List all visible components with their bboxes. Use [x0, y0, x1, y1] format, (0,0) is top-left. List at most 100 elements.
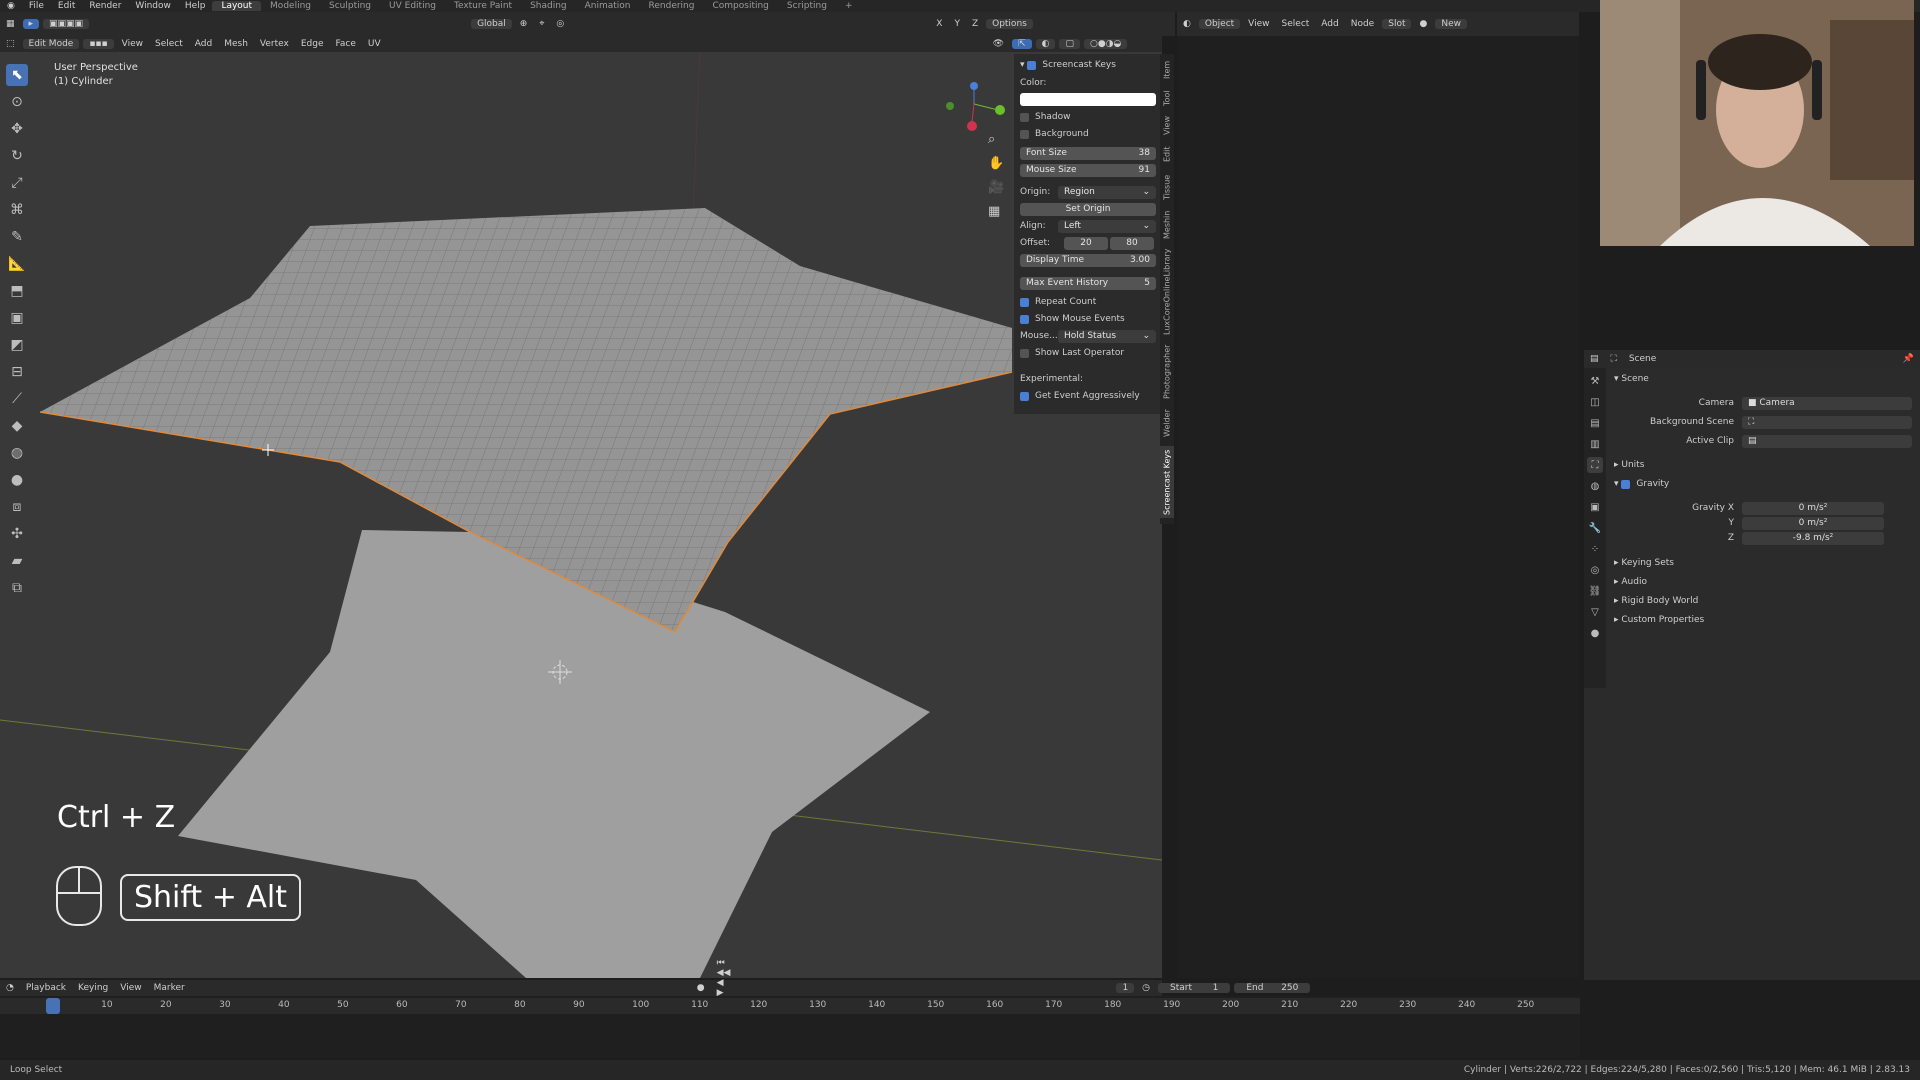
background-scene-field[interactable]: ⛶ [1742, 415, 1912, 429]
editor-type-properties-icon[interactable]: ▤ [1584, 354, 1605, 364]
section-units[interactable]: Units [1621, 460, 1644, 470]
menu-window[interactable]: Window [128, 1, 178, 11]
section-keying-sets[interactable]: Keying Sets [1621, 558, 1674, 568]
options-dropdown[interactable]: Options [986, 19, 1033, 29]
display-time-field[interactable]: Display Time 3.00 [1020, 253, 1156, 267]
menu-face[interactable]: Face [330, 39, 362, 49]
show-mouse-events-checkbox[interactable] [1020, 314, 1029, 324]
workspace-tab-rendering[interactable]: Rendering [640, 1, 704, 11]
gizmo-icon[interactable]: ⇱ [1012, 39, 1032, 49]
workspace-tab-scripting[interactable]: Scripting [778, 1, 836, 11]
physics-tab-icon[interactable]: ◎ [1587, 562, 1603, 578]
origin-dropdown[interactable]: Region ⌄ [1058, 185, 1156, 199]
pin-icon[interactable]: 📌 [1897, 354, 1920, 364]
workspace-tab-uv-editing[interactable]: UV Editing [380, 1, 445, 11]
active-clip-field[interactable]: ▤ [1742, 434, 1912, 448]
tab-screencast-keys[interactable]: Screencast Keys [1160, 446, 1174, 518]
timeline-ruler[interactable]: 1102030405060708090100110120130140150160… [0, 998, 1580, 1014]
playback-menu[interactable]: Playback [20, 983, 72, 993]
object-tab-icon[interactable]: ▣ [1587, 499, 1603, 515]
max-event-field[interactable]: Max Event History 5 [1020, 276, 1156, 290]
playhead[interactable] [46, 998, 60, 1014]
align-dropdown[interactable]: Left ⌄ [1058, 219, 1156, 233]
knife-tool-icon[interactable]: ⟋ [6, 388, 28, 410]
collapse-arrow-icon[interactable]: ▾ [1020, 60, 1027, 70]
set-origin-button[interactable]: Set Origin [1020, 202, 1156, 216]
constraints-tab-icon[interactable]: ⛓ [1587, 583, 1603, 599]
editor-type-timeline-icon[interactable]: ◔ [0, 983, 20, 993]
section-gravity[interactable]: Gravity [1636, 479, 1669, 489]
mirror-axis-y[interactable]: Y [948, 19, 966, 29]
offset-x-field[interactable]: 20 [1064, 236, 1108, 250]
tab-luxcore-online-library[interactable]: LuxCoreOnlineLibrary [1160, 246, 1174, 338]
background-checkbox[interactable] [1020, 129, 1029, 139]
keying-menu[interactable]: Keying [72, 983, 114, 993]
world-tab-icon[interactable]: ◍ [1587, 478, 1603, 494]
edge-slide-tool-icon[interactable]: ⧈ [6, 496, 28, 518]
mouse-size-field[interactable]: Mouse Size 91 [1020, 163, 1156, 177]
shading-modes-icon[interactable]: ○●◑◒ [1083, 39, 1128, 49]
timeline-view-menu[interactable]: View [114, 983, 147, 993]
menu-view[interactable]: View [116, 39, 149, 49]
menu-file[interactable]: File [22, 1, 51, 11]
editor-type-3d-icon[interactable]: ⬚ [0, 39, 21, 49]
move-tool-icon[interactable]: ✥ [6, 118, 28, 140]
screencast-enable-checkbox[interactable] [1027, 60, 1037, 70]
workspace-tab-animation[interactable]: Animation [576, 1, 640, 11]
tab-edit[interactable]: Edit [1160, 142, 1174, 166]
show-last-operator-checkbox[interactable] [1020, 348, 1029, 358]
get-event-aggressively-checkbox[interactable] [1020, 391, 1029, 401]
xray-icon[interactable]: ▢ [1059, 39, 1080, 49]
cursor-tool-icon[interactable]: ⊙ [6, 91, 28, 113]
tab-meshin[interactable]: Meshin [1160, 208, 1174, 242]
tab-photographer[interactable]: Photographer [1160, 342, 1174, 402]
menu-uv[interactable]: UV [362, 39, 387, 49]
gravity-z-field[interactable]: -9.8 m/s² [1742, 531, 1884, 545]
new-material-button[interactable]: New [1435, 19, 1467, 29]
tab-view[interactable]: View [1160, 114, 1174, 138]
menu-help[interactable]: Help [178, 1, 213, 11]
font-size-field[interactable]: Font Size 38 [1020, 146, 1156, 160]
select-tool-icon[interactable]: ⬉ [6, 64, 28, 86]
mode-dropdown[interactable]: Edit Mode [22, 39, 80, 49]
node-menu-view[interactable]: View [1242, 19, 1275, 29]
gravity-checkbox[interactable] [1621, 479, 1631, 489]
workspace-tab-layout[interactable]: Layout [212, 1, 262, 11]
editor-type-icon[interactable]: ▦ [0, 19, 21, 29]
shrink-fatten-tool-icon[interactable]: ✣ [6, 523, 28, 545]
color-swatch[interactable] [1020, 92, 1156, 106]
particles-tab-icon[interactable]: ⁘ [1587, 541, 1603, 557]
mouse-mode-dropdown[interactable]: Hold Status ⌄ [1058, 329, 1156, 343]
node-menu-node[interactable]: Node [1345, 19, 1381, 29]
camera-field[interactable]: ■ Camera [1742, 396, 1912, 410]
3d-viewport[interactable]: User Perspective (1) Cylinder ⌕ ✋ 🎥 ▦ [0, 52, 1162, 978]
tab-tissue[interactable]: Tissue [1160, 170, 1174, 204]
mirror-axis-z[interactable]: Z [966, 19, 984, 29]
annotate-tool-icon[interactable]: ✎ [6, 226, 28, 248]
menu-select[interactable]: Select [149, 39, 189, 49]
expand-arrow-icon[interactable]: ▸ [1614, 577, 1621, 587]
section-custom-properties[interactable]: Custom Properties [1621, 615, 1704, 625]
tab-welder[interactable]: Welder [1160, 406, 1174, 440]
gravity-x-field[interactable]: 0 m/s² [1742, 501, 1884, 515]
blender-logo-icon[interactable]: ◉ [0, 1, 22, 11]
repeat-count-checkbox[interactable] [1020, 297, 1029, 307]
select-mode-icons[interactable]: ▪▪▪ [83, 39, 114, 49]
pan-hand-icon[interactable]: ✋ [988, 152, 1004, 176]
measure-tool-icon[interactable]: 📐 [6, 253, 28, 275]
expand-arrow-icon[interactable]: ▸ [1614, 615, 1621, 625]
slot-dropdown[interactable]: Slot [1382, 19, 1412, 29]
workspace-tab-sculpting[interactable]: Sculpting [320, 1, 380, 11]
proportional-edit-icon[interactable]: ◎ [550, 19, 570, 29]
spin-tool-icon[interactable]: ◍ [6, 442, 28, 464]
rotate-tool-icon[interactable]: ↻ [6, 145, 28, 167]
workspace-tab-modeling[interactable]: Modeling [261, 1, 320, 11]
clock-icon[interactable]: ◷ [1136, 983, 1156, 993]
expand-arrow-icon[interactable]: ▸ [1614, 558, 1621, 568]
bevel-tool-icon[interactable]: ◩ [6, 334, 28, 356]
current-frame-field[interactable]: 1 [1116, 983, 1135, 993]
offset-y-field[interactable]: 80 [1110, 236, 1154, 250]
add-workspace-button[interactable]: + [836, 1, 862, 11]
record-icon[interactable]: ● [691, 983, 711, 993]
workspace-tab-shading[interactable]: Shading [521, 1, 576, 11]
